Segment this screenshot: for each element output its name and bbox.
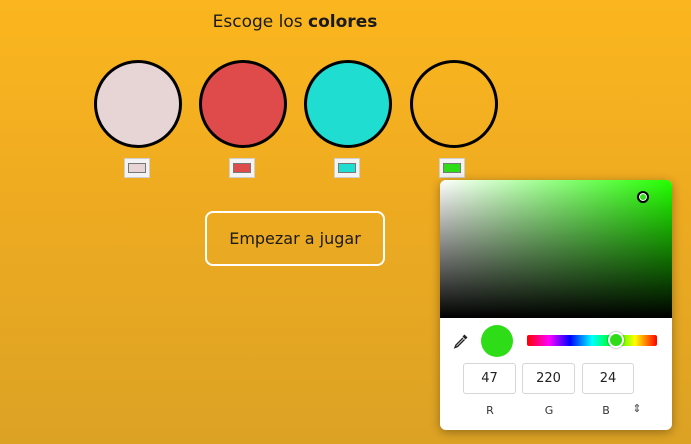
g-label: G <box>544 404 554 417</box>
color-input-4[interactable] <box>439 158 465 178</box>
format-toggle-icon[interactable]: ⇕ <box>629 402 645 418</box>
b-label: B <box>602 404 610 417</box>
color-circle-2 <box>199 60 287 148</box>
color-preview <box>481 325 513 357</box>
page-title: Escoge los colores <box>0 12 590 32</box>
title-bold: colores <box>308 12 378 32</box>
color-input-2[interactable] <box>229 158 255 178</box>
color-input-1[interactable] <box>124 158 150 178</box>
r-input[interactable] <box>463 363 516 394</box>
title-prefix: Escoge los <box>212 12 303 32</box>
g-input[interactable] <box>522 363 575 394</box>
color-chip-4 <box>443 163 461 173</box>
color-chip-3 <box>338 163 356 173</box>
color-circle-1 <box>94 60 182 148</box>
saturation-handle[interactable] <box>637 191 649 203</box>
start-game-button[interactable]: Empezar a jugar <box>205 211 385 266</box>
color-circle-4 <box>410 60 498 148</box>
eyedropper-icon[interactable] <box>452 332 470 350</box>
b-input[interactable] <box>582 363 634 394</box>
color-chip-2 <box>233 163 251 173</box>
color-input-3[interactable] <box>334 158 360 178</box>
color-picker-popup: R G B ⇕ <box>440 180 672 430</box>
r-label: R <box>486 404 494 417</box>
color-chip-1 <box>128 163 146 173</box>
saturation-area[interactable] <box>440 180 672 318</box>
color-circle-3 <box>304 60 392 148</box>
hue-slider[interactable] <box>527 335 657 346</box>
hue-handle[interactable] <box>608 332 624 348</box>
